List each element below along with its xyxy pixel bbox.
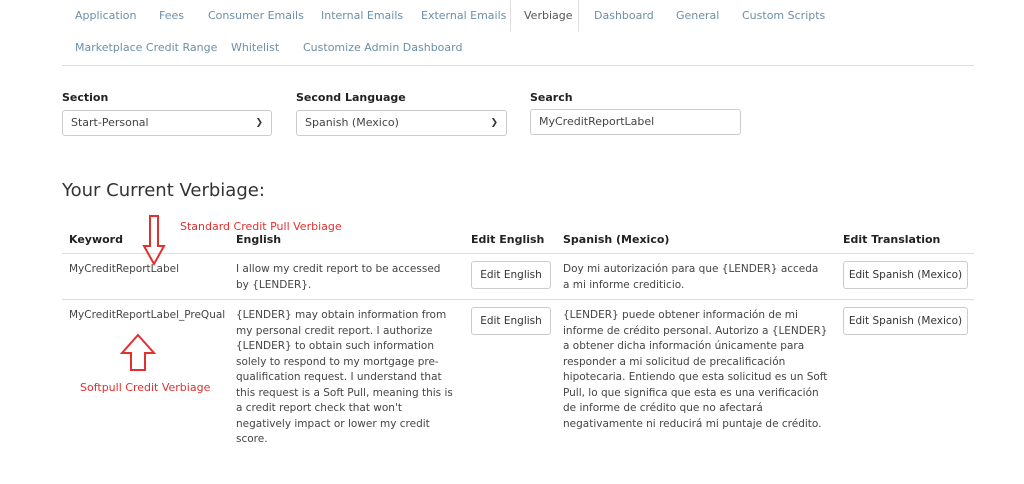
tab-customize-admin-dashboard[interactable]: Customize Admin Dashboard: [290, 32, 475, 64]
tab-external-emails[interactable]: External Emails: [408, 0, 519, 32]
second-language-select-value: Spanish (Mexico): [305, 116, 399, 129]
tab-application[interactable]: Application: [62, 0, 149, 32]
row-spanish-text: {LENDER} puede obtener información de mi…: [563, 309, 828, 430]
second-language-select[interactable]: Spanish (Mexico) ❯: [296, 110, 507, 136]
row-keyword: MyCreditReportLabel_PreQual: [69, 309, 226, 321]
row-spanish-text: Doy mi autorización para que {LENDER} ac…: [563, 263, 819, 291]
column-header-edit-english: Edit English: [471, 233, 545, 246]
search-label: Search: [530, 91, 573, 104]
tab-marketplace-credit-range[interactable]: Marketplace Credit Range: [62, 32, 230, 64]
table-header-divider: [62, 253, 974, 254]
tab-consumer-emails[interactable]: Consumer Emails: [195, 0, 317, 32]
section-select[interactable]: Start-Personal ❯: [62, 110, 272, 136]
second-language-label: Second Language: [296, 91, 406, 104]
tab-whitelist[interactable]: Whitelist: [218, 32, 292, 64]
chevron-down-icon: ❯: [490, 118, 498, 128]
column-header-edit-translation: Edit Translation: [843, 233, 941, 246]
annotation-softpull-credit: Softpull Credit Verbiage: [80, 381, 211, 394]
chevron-down-icon: ❯: [255, 118, 263, 128]
edit-translation-button[interactable]: Edit Spanish (Mexico): [843, 307, 968, 335]
section-label: Section: [62, 91, 109, 104]
edit-english-button[interactable]: Edit English: [471, 261, 551, 289]
column-header-english: English: [236, 233, 282, 246]
tab-internal-emails[interactable]: Internal Emails: [308, 0, 416, 32]
section-select-value: Start-Personal: [71, 116, 149, 129]
row-english-text: {LENDER} may obtain information from my …: [236, 309, 453, 445]
tab-general[interactable]: General: [663, 0, 732, 32]
table-row-divider: [62, 299, 974, 300]
search-input[interactable]: MyCreditReportLabel: [530, 109, 741, 135]
column-header-spanish: Spanish (Mexico): [563, 233, 670, 246]
tab-dashboard[interactable]: Dashboard: [581, 0, 667, 32]
column-header-keyword: Keyword: [69, 233, 123, 246]
edit-english-button[interactable]: Edit English: [471, 307, 551, 335]
arrow-down-icon: [142, 215, 166, 267]
settings-tab-bar: Application Fees Consumer Emails Interna…: [62, 0, 974, 66]
page-heading: Your Current Verbiage:: [62, 180, 265, 201]
tab-verbiage[interactable]: Verbiage: [510, 0, 579, 32]
annotation-standard-credit-pull: Standard Credit Pull Verbiage: [180, 220, 342, 233]
edit-translation-button[interactable]: Edit Spanish (Mexico): [843, 261, 968, 289]
tab-fees[interactable]: Fees: [146, 0, 197, 32]
tab-custom-scripts[interactable]: Custom Scripts: [729, 0, 838, 32]
arrow-up-icon: [119, 333, 157, 371]
row-english-text: I allow my credit report to be accessed …: [236, 263, 441, 291]
search-input-value: MyCreditReportLabel: [539, 115, 655, 128]
